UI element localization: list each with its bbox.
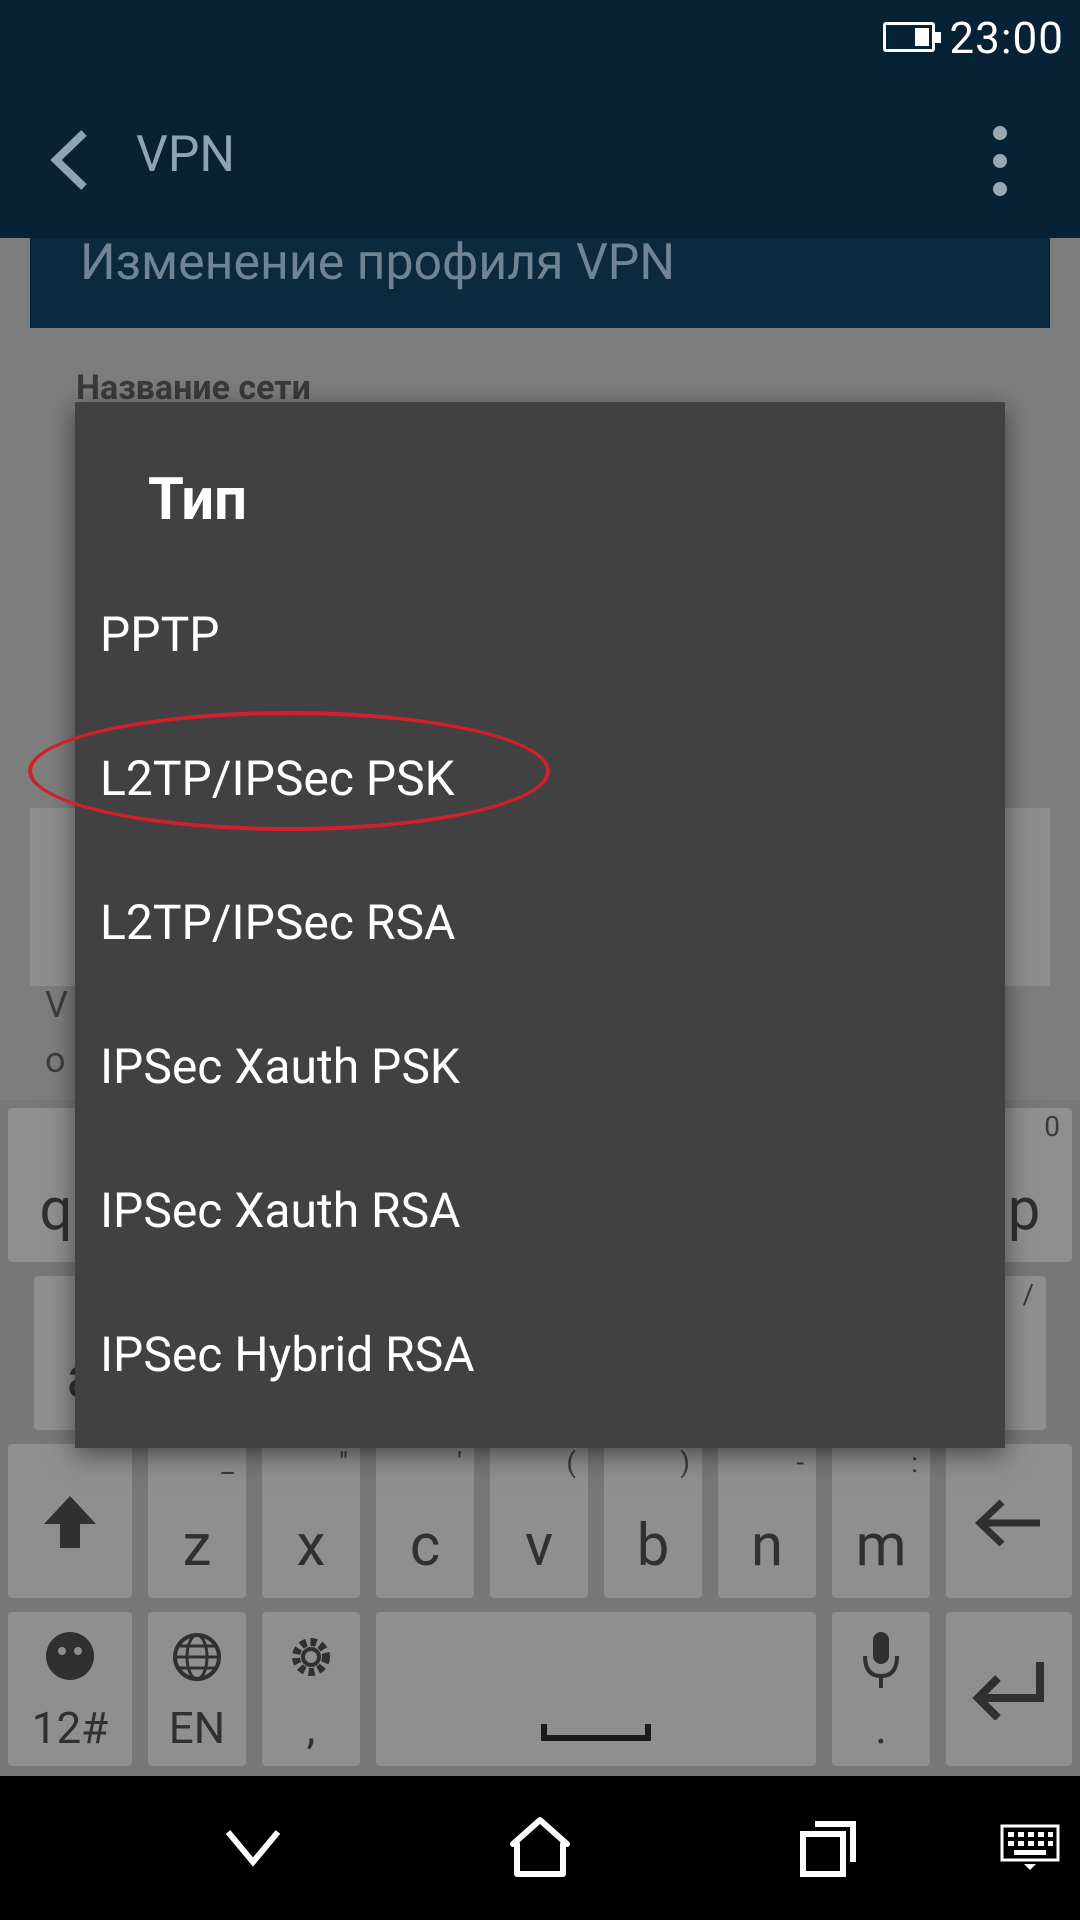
page-header-title: Изменение профиля VPN [80,234,675,292]
nav-back-icon[interactable] [218,1812,288,1882]
key-m[interactable]: :m [832,1444,930,1598]
voice-period-key[interactable]: . [832,1612,930,1766]
overflow-menu-icon[interactable] [988,126,1012,196]
nav-recents-icon[interactable] [793,1812,863,1882]
enter-key[interactable] [946,1612,1072,1766]
option-l2tp-ipsec-psk[interactable]: L2TP/IPSec PSK [75,706,1005,850]
status-bar: 23:00 [0,0,1080,80]
shift-key[interactable] [8,1444,132,1598]
background-partial-text: V o [45,984,68,1081]
gear-icon [292,1638,330,1676]
space-key[interactable] [376,1612,816,1766]
key-n[interactable]: -n [718,1444,816,1598]
app-bar-title: VPN [136,126,236,184]
symbols-key[interactable]: 12# [8,1612,132,1766]
globe-icon [173,1633,221,1681]
key-c[interactable]: ' c [376,1444,474,1598]
battery-icon [883,22,941,52]
key-v[interactable]: (v [490,1444,588,1598]
status-time: 23:00 [949,12,1064,64]
keyboard-icon[interactable] [1000,1812,1060,1882]
option-ipsec-hybrid-rsa[interactable]: IPSec Hybrid RSA [75,1282,1005,1426]
option-l2tp-ipsec-rsa[interactable]: L2TP/IPSec RSA [75,850,1005,994]
backspace-icon [974,1499,1040,1547]
shift-icon [44,1496,96,1548]
microphone-icon [863,1632,899,1688]
key-b[interactable]: ) b [604,1444,702,1598]
option-pptp[interactable]: PPTP [75,562,1005,706]
option-ipsec-xauth-rsa[interactable]: IPSec Xauth RSA [75,1138,1005,1282]
backspace-key[interactable] [946,1444,1072,1598]
enter-icon [972,1662,1044,1720]
dialog-title: Тип [148,466,247,534]
settings-comma-key[interactable]: , [262,1612,360,1766]
back-arrow-icon[interactable] [44,125,100,195]
key-x[interactable]: " x [262,1444,360,1598]
language-key[interactable]: EN [148,1612,246,1766]
nav-home-icon[interactable] [505,1812,575,1882]
option-ipsec-xauth-psk[interactable]: IPSec Xauth PSK [75,994,1005,1138]
key-z[interactable]: _ z [148,1444,246,1598]
emoji-icon [46,1632,94,1680]
